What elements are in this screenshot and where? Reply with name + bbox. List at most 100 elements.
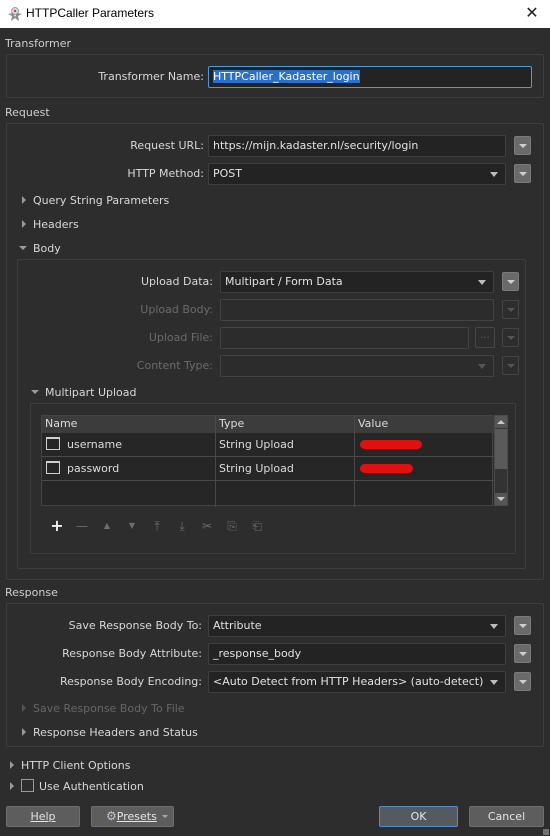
add-row-icon[interactable]: + (50, 518, 64, 534)
help-button[interactable]: Help (6, 806, 80, 827)
http-method-select[interactable]: POST (208, 163, 506, 185)
column-divider[interactable] (354, 416, 355, 507)
fme-transformer-icon (8, 7, 22, 21)
scroll-thumb[interactable] (495, 429, 507, 469)
body-expander[interactable]: Body (19, 242, 61, 255)
table-row[interactable]: password String Upload (42, 457, 494, 481)
collapse-icon (19, 246, 27, 250)
transformer-name-label: Transformer Name: (98, 70, 204, 83)
move-bottom-icon[interactable]: ⤓ (175, 519, 189, 533)
upload-data-label: Upload Data: (140, 275, 213, 288)
request-url-menu-button[interactable] (514, 136, 531, 155)
cell-name[interactable]: username (67, 438, 122, 451)
response-section-title: Response (5, 586, 58, 599)
redacted-value[interactable] (360, 464, 413, 473)
upload-body-label: Upload Body: (140, 303, 213, 316)
response-attribute-label: Response Body Attribute: (62, 647, 202, 660)
content-type-label: Content Type: (136, 359, 213, 372)
save-response-to-select[interactable]: Attribute (208, 615, 506, 637)
redacted-value[interactable] (360, 440, 422, 449)
ok-button[interactable]: OK (379, 806, 458, 827)
upload-data-select[interactable]: Multipart / Form Data (220, 271, 494, 293)
cell-name[interactable]: password (67, 462, 119, 475)
move-top-icon[interactable]: ⤒ (150, 519, 164, 533)
presets-button-label: Presets (116, 810, 157, 823)
scroll-up-icon[interactable] (495, 416, 507, 428)
multipart-upload-expander[interactable]: Multipart Upload (31, 386, 137, 399)
upload-file-menu-button[interactable] (502, 328, 519, 347)
query-string-expander[interactable]: Query String Parameters (22, 194, 169, 207)
string-field-icon (46, 437, 60, 450)
collapse-icon (31, 390, 39, 394)
table-scrollbar[interactable] (494, 415, 508, 506)
cell-type[interactable]: String Upload (219, 462, 294, 475)
upload-data-menu-button[interactable] (502, 272, 519, 291)
response-attribute-input[interactable]: _response_body (208, 643, 506, 665)
expand-icon (22, 196, 26, 204)
gear-icon: ⚙ (106, 809, 117, 823)
headers-label: Headers (33, 218, 79, 231)
transformer-section-title: Transformer (5, 37, 72, 50)
headers-expander[interactable]: Headers (22, 218, 79, 231)
request-url-value: https://mijn.kadaster.nl/security/login (213, 139, 419, 152)
save-response-to-value: Attribute (213, 619, 262, 632)
upload-body-menu-button[interactable] (502, 300, 519, 319)
move-up-icon[interactable]: ▲ (100, 519, 114, 533)
response-encoding-menu-button[interactable] (514, 672, 531, 691)
content-type-select[interactable] (220, 355, 494, 377)
response-attribute-menu-button[interactable] (514, 644, 531, 663)
use-authentication-checkbox[interactable] (21, 779, 34, 792)
content-type-menu-button[interactable] (502, 356, 519, 375)
upload-data-value: Multipart / Form Data (225, 275, 343, 288)
response-encoding-value: <Auto Detect from HTTP Headers> (auto-de… (213, 675, 484, 688)
column-divider[interactable] (215, 416, 216, 507)
save-to-file-expander[interactable]: Save Response Body To File (22, 702, 185, 715)
request-url-input[interactable]: https://mijn.kadaster.nl/security/login (208, 135, 506, 157)
column-header-name[interactable]: Name (45, 417, 77, 430)
http-client-options-expander[interactable]: HTTP Client Options (10, 759, 130, 772)
paste-icon[interactable]: ⎗ (250, 519, 264, 533)
string-field-icon (46, 461, 60, 474)
close-icon[interactable]: ✕ (522, 3, 542, 23)
multipart-table: Name Type Value username String Upload p… (41, 415, 494, 507)
cancel-button[interactable]: Cancel (469, 806, 544, 827)
presets-button[interactable]: ⚙Presets (91, 806, 174, 827)
use-authentication-expander[interactable] (10, 780, 21, 793)
column-header-type[interactable]: Type (219, 417, 244, 430)
table-header: Name Type Value (42, 416, 494, 433)
upload-file-input[interactable] (220, 327, 469, 349)
transformer-name-input[interactable]: HTTPCaller_Kadaster_login (208, 66, 532, 88)
http-method-value: POST (213, 167, 242, 180)
column-header-value[interactable]: Value (358, 417, 388, 430)
cell-type[interactable]: String Upload (219, 438, 294, 451)
body-label: Body (33, 242, 61, 255)
cut-icon[interactable]: ✂ (200, 519, 214, 533)
window-title: HTTPCaller Parameters (26, 6, 155, 20)
upload-file-browse-button[interactable]: ... (475, 327, 495, 348)
request-section-title: Request (5, 106, 50, 119)
expand-icon (10, 761, 14, 769)
table-row[interactable] (42, 481, 494, 505)
save-response-to-menu-button[interactable] (514, 616, 531, 635)
expand-icon (22, 728, 26, 736)
multipart-upload-label: Multipart Upload (45, 386, 137, 399)
copy-icon[interactable]: ⎘ (225, 519, 239, 533)
table-row[interactable]: username String Upload (42, 433, 494, 457)
response-headers-expander[interactable]: Response Headers and Status (22, 726, 198, 739)
chevron-down-icon (162, 815, 168, 818)
chevron-down-icon (478, 364, 486, 369)
response-attribute-value: _response_body (213, 647, 302, 660)
upload-body-input[interactable] (220, 299, 494, 321)
response-encoding-label: Response Body Encoding: (60, 675, 202, 688)
resize-grip[interactable] (543, 829, 549, 835)
expand-icon (22, 704, 26, 712)
query-string-label: Query String Parameters (33, 194, 170, 207)
response-encoding-select[interactable]: <Auto Detect from HTTP Headers> (auto-de… (208, 671, 506, 693)
move-down-icon[interactable]: ▼ (125, 519, 139, 533)
remove-row-icon[interactable]: — (75, 519, 89, 533)
http-client-options-label: HTTP Client Options (21, 759, 131, 772)
scroll-down-icon[interactable] (495, 493, 507, 505)
use-authentication-label: Use Authentication (39, 780, 144, 793)
http-method-menu-button[interactable] (514, 164, 531, 183)
http-method-label: HTTP Method: (127, 167, 204, 180)
